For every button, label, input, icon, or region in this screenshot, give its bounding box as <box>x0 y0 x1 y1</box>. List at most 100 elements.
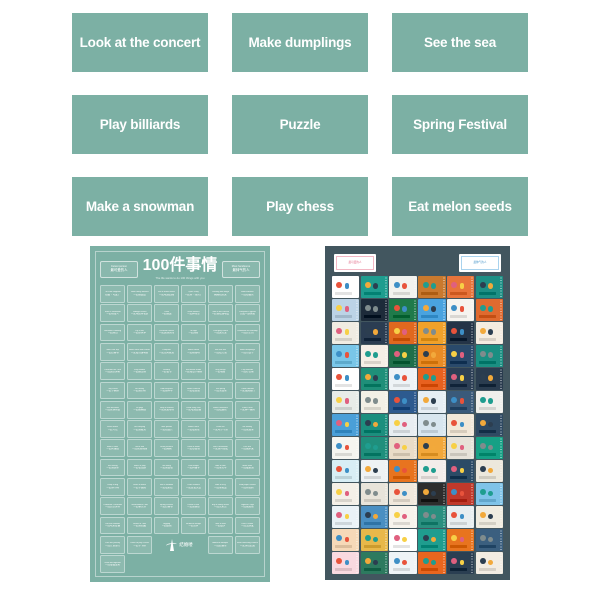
scratch-cell[interactable]: Ride a train 一起坐火车 <box>207 458 234 477</box>
illustration-tile[interactable] <box>418 460 446 482</box>
illustration-tile[interactable] <box>475 368 503 390</box>
scratch-cell[interactable]: Grow old together 一起慢慢变老 <box>100 555 126 573</box>
activity-card-6[interactable]: Spring Festival <box>392 95 528 154</box>
scratch-cell[interactable]: Pick fruit 一起摘水果 <box>234 439 260 458</box>
scratch-cell[interactable]: Take photos 一起拍照片 <box>153 420 180 438</box>
illustration-tile[interactable] <box>389 506 417 528</box>
illustration-tile[interactable] <box>418 368 446 390</box>
scratch-cell[interactable]: Go camping 一起去露营 <box>126 420 153 438</box>
illustration-tile[interactable] <box>360 437 389 459</box>
scratch-cell[interactable]: Grow flowers 一起种花草 <box>180 304 207 323</box>
illustration-tile[interactable] <box>475 460 503 482</box>
illustration-tile[interactable] <box>418 322 446 344</box>
illustration-tile[interactable] <box>332 552 360 574</box>
illustration-tile[interactable] <box>446 437 475 459</box>
scratch-cell[interactable]: Midnight snack 一起吃夜宵和酒 <box>126 304 153 323</box>
scratch-cell[interactable]: Write letters 一起写信 <box>100 420 126 438</box>
illustration-tile[interactable] <box>332 391 360 413</box>
scratch-cell[interactable]: Go to zoo 一起逛动物园 <box>126 439 153 458</box>
scratch-cell[interactable]: Make wine 一起酿果酒 <box>234 458 260 477</box>
illustration-tile[interactable] <box>389 368 417 390</box>
illustration-tile[interactable] <box>446 322 475 344</box>
scratch-cell[interactable]: Fly a kite 一起放风筝 <box>126 323 153 342</box>
illustration-tile[interactable] <box>360 552 389 574</box>
scratch-cell[interactable]: See the sea 一起看大海 <box>207 342 234 361</box>
illustration-tile[interactable] <box>475 483 503 505</box>
scratch-cell[interactable]: Climb a tower 一起登高塔 <box>180 439 207 458</box>
illustration-tile[interactable] <box>360 345 389 367</box>
scratch-cell[interactable]: Barbecue tonight 一起烧烤 <box>180 516 207 535</box>
scratch-cell[interactable]: Make dumplings 一起包饺子 <box>234 342 260 361</box>
illustration-tile[interactable] <box>360 276 389 298</box>
illustration-tile[interactable] <box>475 414 503 436</box>
illustration-tile[interactable] <box>418 391 446 413</box>
illustration-tile[interactable] <box>446 345 475 367</box>
illustration-tile[interactable] <box>446 276 475 298</box>
scratch-cell[interactable]: Do yoga 一起做瑜伽 <box>126 400 153 419</box>
scratch-cell[interactable]: Ride a ferry 一起坐轮渡 <box>207 478 234 496</box>
scratch-cell[interactable]: Changing colors 一起染头发 <box>207 323 234 342</box>
scratch-cell[interactable]: Watch a play 一起看话剧 <box>126 458 153 477</box>
illustration-tile[interactable] <box>360 322 389 344</box>
illustration-tile[interactable] <box>418 529 446 551</box>
scratch-cell[interactable]: Sea diving 一起去潜水 <box>100 458 126 477</box>
illustration-tile[interactable] <box>332 437 360 459</box>
activity-card-3[interactable]: See the sea <box>392 13 528 72</box>
illustration-tile[interactable] <box>446 506 475 528</box>
illustration-tile[interactable] <box>446 460 475 482</box>
scratch-cell[interactable]: Learn to play Chess 一起学下棋 <box>126 535 153 554</box>
illustration-tile[interactable] <box>389 299 417 321</box>
scratch-cell[interactable]: Play chess 一起下象棋 <box>100 381 126 400</box>
scratch-cell[interactable]: Eat melon seeds 一起嗑瓜子聊天 <box>180 362 207 380</box>
illustration-tile[interactable] <box>446 483 475 505</box>
scratch-cell[interactable]: Keep a dog 一起养小狗 <box>100 478 126 496</box>
scratch-cell[interactable]: Make coffee 一起煮咖啡 <box>180 342 207 361</box>
illustration-tile[interactable] <box>475 391 503 413</box>
illustration-tile[interactable] <box>446 529 475 551</box>
illustration-tile[interactable] <box>446 391 475 413</box>
illustration-tile[interactable] <box>418 552 446 574</box>
scratch-cell[interactable]: Fill night 一起熬夜 <box>180 323 207 342</box>
illustration-tile[interactable] <box>418 299 446 321</box>
scratch-cell[interactable]: Go skiing 一起去滑雪 <box>153 458 180 477</box>
illustration-tile[interactable] <box>446 368 475 390</box>
scratch-cell[interactable]: Leave a note 一起留便签 <box>180 497 207 516</box>
scratch-cell[interactable]: Play billiards 一起打台球 <box>234 362 260 380</box>
illustration-tile[interactable] <box>332 460 360 482</box>
illustration-tile[interactable] <box>418 437 446 459</box>
scratch-cell[interactable]: Drink tea 一起喝下午茶 <box>207 420 234 438</box>
scratch-cell[interactable]: Draw pictures 一起画画 <box>153 439 180 458</box>
scratch-cell[interactable]: Take a walk 一起散步 <box>207 516 234 535</box>
scratch-cell[interactable]: Travel abroad 一起出国旅行 <box>234 381 260 400</box>
scratch-cell[interactable]: Pat cute neighbor 拍摄「可爱」 <box>100 285 126 303</box>
illustration-tile[interactable] <box>418 483 446 505</box>
scratch-cell[interactable]: Ride bicycles 一起骑单车 <box>153 381 180 400</box>
activity-card-1[interactable]: Look at the concert <box>72 13 208 72</box>
scratch-cell[interactable]: Go fishing 一起去钓鱼 <box>126 381 153 400</box>
illustration-tile[interactable] <box>389 483 417 505</box>
scratch-cell[interactable]: Watch films with sunset 一起看日落电影 <box>126 342 153 361</box>
scratch-cell[interactable]: Together Yoga 一起做运动 <box>234 497 260 516</box>
illustration-tile[interactable] <box>446 414 475 436</box>
illustration-tile[interactable] <box>389 437 417 459</box>
activity-card-9[interactable]: Eat melon seeds <box>392 177 528 236</box>
illustration-tile[interactable] <box>389 460 417 482</box>
illustration-tile[interactable] <box>332 414 360 436</box>
scratch-cell[interactable]: Play football 一起踢足球 <box>126 362 153 380</box>
illustration-tile[interactable] <box>360 414 389 436</box>
scratch-cell[interactable]: Watch Aurora 一起看极光 <box>234 285 260 303</box>
scratch-cell[interactable]: Look at the concert 一起去看演唱会 <box>207 304 234 323</box>
illustration-tile[interactable] <box>389 414 417 436</box>
illustration-tile[interactable] <box>389 276 417 298</box>
scratch-cell[interactable]: Plant a tree 一起种一棵树 <box>234 400 260 419</box>
scratch-cell[interactable]: Decorate house 一起装饰房间 <box>153 323 180 342</box>
illustration-tile[interactable] <box>360 368 389 390</box>
scratch-cell[interactable]: Decorate the Tree 一起装圣诞树 <box>100 362 126 380</box>
illustration-tile[interactable] <box>332 276 360 298</box>
scratch-cell[interactable]: Cook 一起做饭 <box>153 304 180 323</box>
illustration-tile[interactable] <box>475 299 503 321</box>
scratch-cell[interactable]: Campfire 一起烧烤露营 <box>153 342 180 361</box>
scratch-cell[interactable]: Mountain climbing 一起爬山 <box>100 323 126 342</box>
scratch-cell[interactable]: Dinner at Tibet 一起去西藏 <box>126 516 153 535</box>
activity-card-7[interactable]: Make a snowman <box>72 177 208 236</box>
